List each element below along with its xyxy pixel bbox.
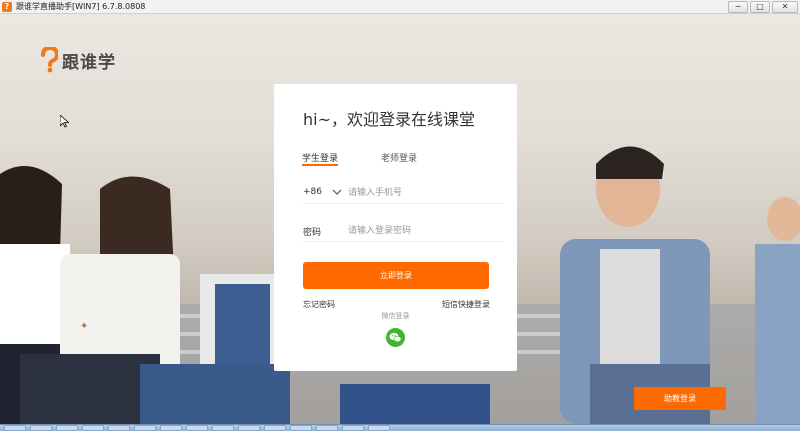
taskbar-item[interactable] [316,425,338,431]
password-label: 密码 [303,228,322,238]
password-row: 密码 [303,220,504,242]
wechat-login-label: 微信登录 [381,312,410,320]
brand-logo: 跟谁学 [40,45,116,73]
taskbar-item[interactable] [342,425,364,431]
active-tab-indicator [302,164,338,166]
tab-student-login[interactable]: 学生登录 [302,151,338,164]
minimize-button[interactable]: ─ [728,1,748,13]
taskbar-item[interactable] [290,425,312,431]
maximize-button[interactable]: □ [750,1,770,13]
assistant-login-button[interactable]: 助教登录 [634,387,726,410]
login-title: hi~，欢迎登录在线课堂 [303,110,475,129]
phone-input[interactable] [348,184,498,201]
phone-row: +86 [303,182,504,204]
mouse-cursor-icon [60,115,69,128]
app-icon: ? [2,1,12,12]
wechat-icon[interactable] [386,328,405,347]
taskbar-item[interactable] [264,425,286,431]
sms-login-link[interactable]: 短信快捷登录 [442,299,490,310]
country-code[interactable]: +86 [303,187,322,197]
taskbar-item[interactable] [186,425,208,431]
svg-text:✦: ✦ [80,321,88,332]
taskbar-item[interactable] [160,425,182,431]
password-input[interactable] [348,222,498,239]
taskbar-item[interactable] [134,425,156,431]
os-taskbar [0,424,800,431]
forgot-password-link[interactable]: 忘记密码 [303,299,335,310]
login-card: hi~，欢迎登录在线课堂 学生登录 老师登录 +86 密码 立即登录 忘记密码 … [274,84,517,371]
window-title: 跟谁学直播助手[WIN7] 6.7.8.0808 [16,2,146,11]
brand-name: 跟谁学 [62,52,116,73]
chevron-down-icon[interactable] [331,187,343,197]
taskbar-item[interactable] [212,425,234,431]
taskbar-item[interactable] [238,425,260,431]
taskbar-item[interactable] [368,425,390,431]
login-button[interactable]: 立即登录 [303,262,489,289]
tab-teacher-login[interactable]: 老师登录 [381,151,417,164]
question-mark-logo-icon [40,45,60,73]
taskbar-item[interactable] [108,425,130,431]
taskbar-item[interactable] [56,425,78,431]
taskbar-item[interactable] [30,425,52,431]
close-button[interactable]: ✕ [772,1,798,13]
start-button[interactable] [4,425,26,431]
taskbar-item[interactable] [82,425,104,431]
window-controls: ─ □ ✕ [726,0,798,14]
window-titlebar: ? 跟谁学直播助手[WIN7] 6.7.8.0808 ─ □ ✕ [0,0,800,14]
